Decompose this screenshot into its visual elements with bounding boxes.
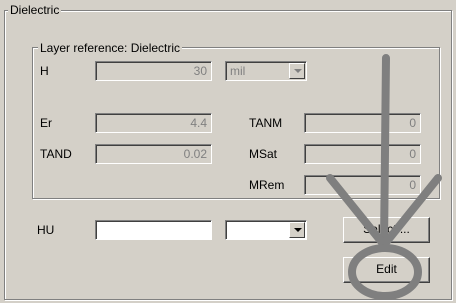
hu-input[interactable] — [95, 220, 212, 240]
tanm-field[interactable]: 0 — [304, 113, 421, 133]
tand-label: TAND — [40, 147, 72, 161]
er-field[interactable]: 4.4 — [95, 113, 212, 133]
h-field[interactable]: 30 — [95, 61, 212, 81]
mrem-label: MRem — [249, 178, 285, 192]
chevron-down-icon[interactable] — [289, 63, 305, 79]
dielectric-panel: Dielectric Layer reference: Dielectric H… — [0, 0, 456, 303]
layer-reference-title: Layer reference: Dielectric — [38, 41, 183, 55]
hu-unit-select[interactable] — [225, 220, 307, 240]
select-button[interactable]: Select ... — [343, 217, 430, 243]
h-unit-value: mil — [230, 64, 246, 78]
mrem-field[interactable]: 0 — [304, 175, 421, 195]
er-label: Er — [40, 116, 52, 130]
tanm-label: TANM — [249, 116, 283, 130]
dielectric-group-title: Dielectric — [8, 3, 62, 17]
hu-label: HU — [37, 223, 55, 237]
h-label: H — [40, 64, 49, 78]
msat-label: MSat — [249, 147, 278, 161]
edit-button[interactable]: Edit — [343, 257, 430, 283]
msat-field[interactable]: 0 — [304, 144, 421, 164]
chevron-down-icon[interactable] — [289, 222, 305, 238]
h-unit-select[interactable]: mil — [225, 61, 307, 81]
tand-field[interactable]: 0.02 — [95, 144, 212, 164]
